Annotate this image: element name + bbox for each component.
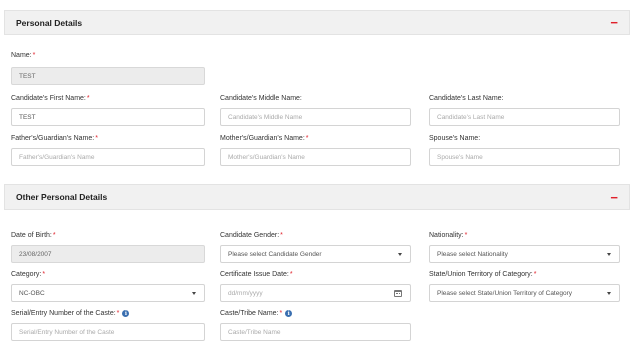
required-marker: * <box>289 271 293 278</box>
dob-input[interactable]: 23/08/2007 <box>11 245 205 263</box>
cert-date-field: Certificate Issue Date: * <box>220 271 293 278</box>
required-marker: * <box>280 232 283 239</box>
required-marker: * <box>32 52 36 59</box>
caste-input[interactable]: Caste/Tribe Name <box>220 323 411 341</box>
spouse-name-field: Spouse's Name: <box>429 135 480 142</box>
name-label: Name: <box>11 52 32 59</box>
cert-date-label: Certificate Issue Date: <box>220 271 289 278</box>
first-name-field: Candidate's First Name: * <box>11 95 90 102</box>
last-name-input[interactable]: Candidate's Last Name <box>429 108 620 126</box>
info-icon[interactable]: i <box>285 310 293 317</box>
nationality-field: Nationality: * <box>429 232 467 239</box>
last-name-field: Candidate's Last Name: <box>429 95 504 102</box>
personal-details-header[interactable]: Personal Details − <box>4 10 630 35</box>
cert-date-placeholder: dd/mm/yyyy <box>228 289 263 297</box>
required-marker: * <box>533 271 537 278</box>
name-field: Name: * <box>11 52 35 59</box>
father-name-label: Father's/Guardian's Name: <box>11 135 95 142</box>
gender-select[interactable]: Please select Candidate Gender <box>220 245 411 263</box>
required-marker: * <box>116 310 120 317</box>
collapse-other-button[interactable]: − <box>610 191 618 204</box>
other-details-title: Other Personal Details <box>16 192 108 202</box>
middle-name-label: Candidate's Middle Name: <box>220 95 302 102</box>
state-select-value: Please select State/Union Territory of C… <box>437 289 573 297</box>
serial-input[interactable]: Serial/Entry Number of the Caste <box>11 323 205 341</box>
nationality-select-value: Please select Nationality <box>437 250 508 258</box>
nationality-select[interactable]: Please select Nationality <box>429 245 620 263</box>
spouse-name-input[interactable]: Spouse's Name <box>429 148 620 166</box>
required-marker: * <box>86 95 90 102</box>
last-name-label: Candidate's Last Name: <box>429 95 504 102</box>
father-name-field: Father's/Guardian's Name: * <box>11 135 98 142</box>
mother-name-field: Mother's/Guardian's Name: * <box>220 135 309 142</box>
dob-field: Date of Birth: * <box>11 232 56 239</box>
chevron-down-icon <box>607 253 611 256</box>
collapse-personal-button[interactable]: − <box>610 16 618 29</box>
required-marker: * <box>279 310 283 317</box>
gender-label: Candidate Gender: <box>220 232 280 239</box>
spouse-name-label: Spouse's Name: <box>429 135 481 142</box>
first-name-label: Candidate's First Name: <box>11 95 86 102</box>
category-label: Category: <box>11 271 42 278</box>
gender-field: Candidate Gender: * <box>220 232 283 239</box>
required-marker: * <box>52 232 56 239</box>
chevron-down-icon <box>192 292 196 295</box>
chevron-down-icon <box>607 292 611 295</box>
info-icon[interactable]: i <box>122 310 130 317</box>
required-marker: * <box>305 135 309 142</box>
state-field: State/Union Territory of Category: * <box>429 271 537 278</box>
state-select[interactable]: Please select State/Union Territory of C… <box>429 284 620 302</box>
serial-field: Serial/Entry Number of the Caste: * i <box>11 310 130 317</box>
name-input[interactable]: TEST <box>11 67 205 85</box>
category-select[interactable]: NC-OBC <box>11 284 205 302</box>
father-name-input[interactable]: Father's/Guardian's Name <box>11 148 205 166</box>
category-field: Category: * <box>11 271 45 278</box>
required-marker: * <box>95 135 98 142</box>
nationality-label: Nationality: <box>429 232 464 239</box>
cert-date-input[interactable]: dd/mm/yyyy <box>220 284 411 302</box>
caste-field: Caste/Tribe Name: * i <box>220 310 293 317</box>
middle-name-input[interactable]: Candidate's Middle Name <box>220 108 411 126</box>
other-details-header[interactable]: Other Personal Details − <box>4 184 630 210</box>
mother-name-label: Mother's/Guardian's Name: <box>220 135 305 142</box>
personal-details-title: Personal Details <box>16 17 83 28</box>
chevron-down-icon <box>398 253 402 256</box>
mother-name-input[interactable]: Mother's/Guardian's Name <box>220 148 411 166</box>
serial-label: Serial/Entry Number of the Caste: <box>11 310 116 317</box>
required-marker: * <box>42 271 46 278</box>
gender-select-value: Please select Candidate Gender <box>228 250 322 258</box>
calendar-icon[interactable] <box>394 290 402 297</box>
state-label: State/Union Territory of Category: <box>429 271 533 278</box>
dob-label: Date of Birth: <box>11 232 52 239</box>
first-name-input[interactable]: TEST <box>11 108 205 126</box>
required-marker: * <box>464 232 468 239</box>
middle-name-field: Candidate's Middle Name: <box>220 95 302 102</box>
caste-label: Caste/Tribe Name: <box>220 310 279 317</box>
category-select-value: NC-OBC <box>19 289 45 297</box>
